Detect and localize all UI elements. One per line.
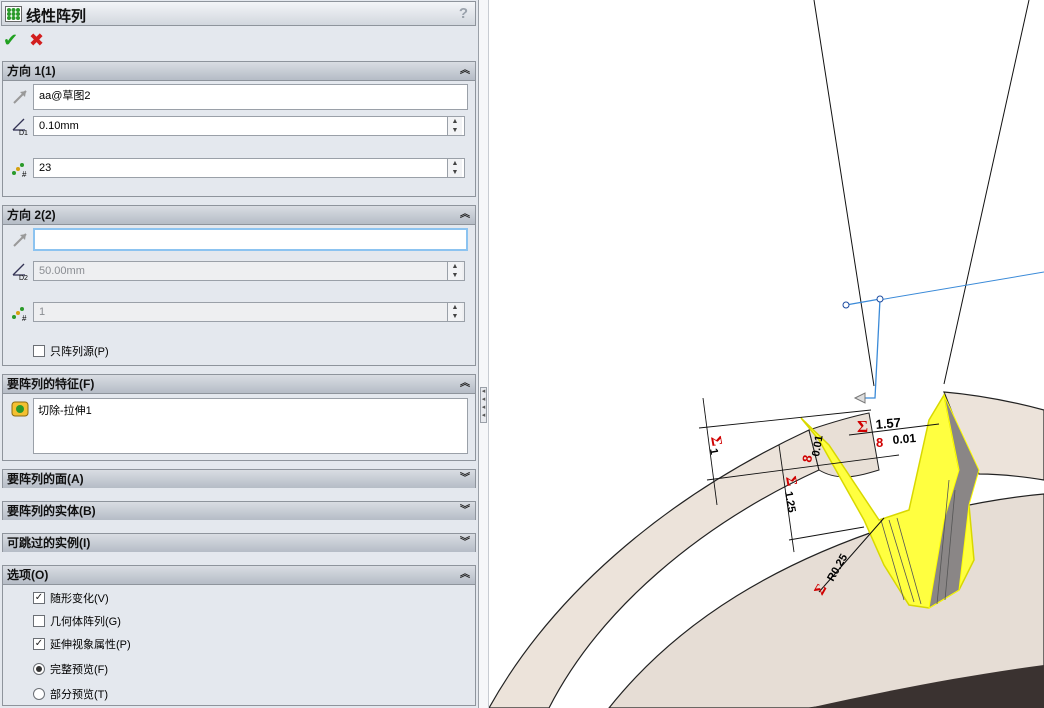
collapse-icon[interactable]: ︽: [460, 206, 470, 224]
svg-text:#: #: [22, 314, 27, 322]
faces-header[interactable]: 要阵列的面(A) ︾: [3, 470, 475, 488]
collapse-icon[interactable]: ︽: [460, 375, 470, 393]
bodies-header[interactable]: 要阵列的实体(B) ︾: [3, 502, 475, 520]
sigma-icon: Σ: [707, 435, 724, 448]
faces-group: 要阵列的面(A) ︾: [2, 469, 476, 488]
title-bar: 线性阵列 ?: [1, 1, 476, 26]
vary-sketch-checkbox[interactable]: ✓ 随形变化(V): [33, 590, 109, 606]
radio-unselected[interactable]: [33, 688, 45, 700]
dimension-line: [788, 526, 865, 541]
graphics-area[interactable]: 1.57 Σ 0.01 8 0.01 8 Σ 1 Σ 1.25 Σ R0.25: [489, 0, 1044, 708]
collapse-panel-handle[interactable]: ◂ ◂ ◂ ◂: [480, 387, 487, 423]
direction1-group: 方向 1(1) ︽ aa@草图2 D1 0.10mm ▲ ▼ # 23 ▲ ▼: [2, 61, 476, 197]
linear-pattern-icon: [5, 6, 22, 22]
panel-splitter[interactable]: ◂ ◂ ◂ ◂: [479, 0, 489, 708]
propagate-visual-checkbox[interactable]: ✓ 延伸视象属性(P): [33, 636, 131, 652]
construction-line: [813, 0, 875, 387]
construction-line: [943, 0, 1030, 385]
seed-only-label: 只阵列源(P): [50, 346, 109, 358]
spacing-spinner[interactable]: ▲ ▼: [447, 117, 462, 135]
expand-icon[interactable]: ︾: [460, 534, 470, 552]
sigma-icon: Σ: [782, 475, 799, 488]
direction1-edge-field[interactable]: aa@草图2: [33, 84, 468, 110]
instances-icon: #: [12, 163, 27, 178]
partial-preview-label: 部分预览(T): [50, 689, 109, 701]
svg-text:D1: D1: [19, 130, 28, 136]
direction2-edge-field[interactable]: [33, 228, 468, 251]
expand-icon[interactable]: ︾: [460, 502, 470, 520]
instances-icon: #: [12, 307, 27, 322]
full-preview-radio[interactable]: 完整预览(F): [33, 661, 108, 677]
panel-title: 线性阵列: [26, 8, 87, 25]
model-view[interactable]: 1.57 Σ 0.01 8 0.01 8 Σ 1 Σ 1.25 Σ R0.25: [489, 0, 1044, 708]
svg-text:#: #: [22, 170, 27, 178]
options-group: 选项(O) ︽ ✓ 随形变化(V) 几何体阵列(G) ✓ 延伸视象属性(P) 完…: [2, 565, 476, 706]
geometry-pattern-checkbox[interactable]: 几何体阵列(G): [33, 613, 121, 629]
checkbox-box[interactable]: [33, 345, 45, 357]
dimension-label[interactable]: 0.01: [892, 431, 917, 447]
radio-selected[interactable]: [33, 663, 45, 675]
direction1-count-input[interactable]: 23: [33, 158, 465, 178]
direction2-header[interactable]: 方向 2(2) ︽: [3, 206, 475, 225]
list-item[interactable]: 切除-拉伸1: [38, 402, 463, 418]
direction2-spacing-input[interactable]: 50.00mm: [33, 261, 465, 281]
direction-arrow-icon[interactable]: [10, 87, 30, 107]
expand-icon[interactable]: ︾: [460, 470, 470, 488]
checkbox-checked[interactable]: ✓: [33, 638, 45, 650]
direction2-count-input[interactable]: 1: [33, 302, 465, 322]
dimension-label[interactable]: 1.25: [782, 490, 798, 513]
bodies-group: 要阵列的实体(B) ︾: [2, 501, 476, 520]
skip-instances-title: 可跳过的实例(I): [7, 536, 91, 550]
bodies-title: 要阵列的实体(B): [7, 504, 96, 518]
skip-instances-group: 可跳过的实例(I) ︾: [2, 533, 476, 552]
feature-select-icon: [11, 401, 29, 417]
direction1-spacing-input[interactable]: 0.10mm: [33, 116, 465, 136]
faces-title: 要阵列的面(A): [7, 472, 84, 486]
count-spinner[interactable]: ▲ ▼: [447, 303, 462, 321]
help-icon[interactable]: ?: [459, 5, 468, 22]
direction2-group: 方向 2(2) ︽ D2 50.00mm ▲ ▼ # 1 ▲ ▼ 只阵列源(P): [2, 205, 476, 366]
collapse-icon[interactable]: ︽: [460, 62, 470, 80]
features-group: 要阵列的特征(F) ︽ 切除-拉伸1: [2, 374, 476, 461]
propagate-visual-label: 延伸视象属性(P): [50, 639, 131, 651]
seed-only-checkbox[interactable]: 只阵列源(P): [33, 343, 109, 359]
checkbox-checked[interactable]: ✓: [33, 592, 45, 604]
spacing-icon: D1: [12, 118, 28, 136]
cancel-button[interactable]: ✖: [29, 30, 44, 51]
direction1-title: 方向 1(1): [7, 64, 56, 78]
features-list[interactable]: 切除-拉伸1: [33, 398, 468, 454]
partial-preview-radio[interactable]: 部分预览(T): [33, 686, 108, 702]
dimension-prefix: 8: [876, 435, 883, 450]
sigma-icon: Σ: [857, 417, 868, 436]
skip-instances-header[interactable]: 可跳过的实例(I) ︾: [3, 534, 475, 552]
direction1-header[interactable]: 方向 1(1) ︽: [3, 62, 475, 81]
vary-sketch-label: 随形变化(V): [50, 593, 109, 605]
sketch-point[interactable]: [842, 301, 850, 309]
sketch-point[interactable]: [876, 295, 884, 303]
geometry-pattern-label: 几何体阵列(G): [50, 616, 121, 628]
svg-text:D2: D2: [19, 275, 28, 281]
checkbox-box[interactable]: [33, 615, 45, 627]
direction2-title: 方向 2(2): [7, 208, 56, 222]
sketch-line[interactable]: [878, 271, 1044, 301]
spacing-spinner[interactable]: ▲ ▼: [447, 262, 462, 280]
dimension-label[interactable]: 1.57: [875, 415, 902, 432]
options-header[interactable]: 选项(O) ︽: [3, 566, 475, 585]
direction-arrow-icon: [853, 392, 866, 404]
collapse-icon[interactable]: ︽: [460, 566, 470, 584]
ok-button[interactable]: ✔: [3, 30, 18, 51]
direction-arrow-icon[interactable]: [10, 230, 30, 250]
spacing-icon: D2: [12, 263, 28, 281]
dimension-label[interactable]: 1: [707, 447, 720, 455]
features-header[interactable]: 要阵列的特征(F) ︽: [3, 375, 475, 394]
options-title: 选项(O): [7, 568, 49, 582]
features-title: 要阵列的特征(F): [7, 377, 95, 391]
full-preview-label: 完整预览(F): [50, 664, 109, 676]
property-manager: 线性阵列 ? ✔ ✖ 方向 1(1) ︽ aa@草图2 D1 0.10mm ▲ ▼: [0, 0, 479, 708]
count-spinner[interactable]: ▲ ▼: [447, 159, 462, 177]
